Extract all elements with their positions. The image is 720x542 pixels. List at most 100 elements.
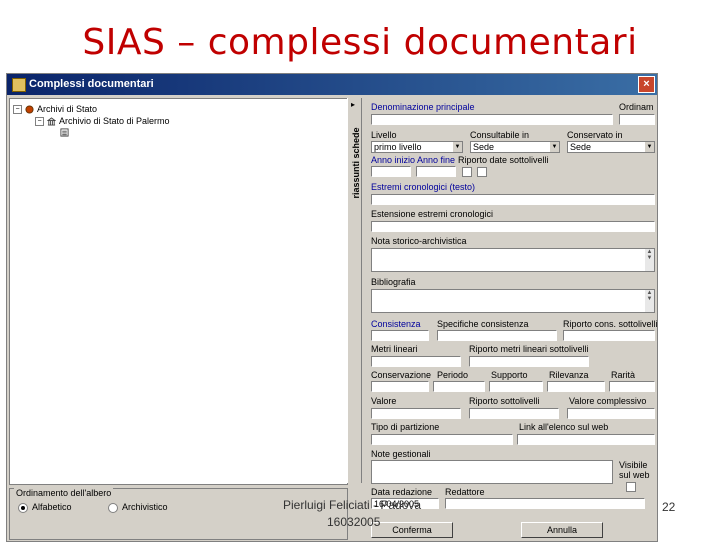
side-tab-label: riassunti schede — [351, 127, 361, 199]
data-redazione-label: Data redazione — [371, 487, 433, 497]
consistenza-label: Consistenza — [371, 319, 421, 329]
periodo-field[interactable] — [433, 381, 485, 392]
tree-panel[interactable]: − Archivi di Stato − Archivio di Stato d… — [9, 98, 348, 485]
page-number: 22 — [662, 500, 676, 514]
livello-label: Livello — [371, 130, 397, 140]
riporto-sottolivelli-field[interactable] — [469, 408, 559, 419]
conservato-value: Sede — [570, 142, 592, 152]
close-button[interactable]: × — [638, 76, 655, 93]
note-gestionali-label: Note gestionali — [371, 449, 431, 459]
redattore-field[interactable] — [445, 498, 645, 509]
ordinam-label: Ordinam — [619, 102, 654, 112]
valore-field[interactable] — [371, 408, 461, 419]
rarita-field[interactable] — [609, 381, 655, 392]
valore-label: Valore — [371, 396, 397, 406]
livello-value: primo livello — [374, 142, 422, 152]
footer-author: Pierluigi Feliciati - Padova — [283, 498, 422, 512]
supporto-field[interactable] — [489, 381, 543, 392]
denominazione-label: Denominazione principale — [371, 102, 475, 112]
supporto-label: Supporto — [491, 370, 528, 380]
radio-alfabetico[interactable] — [18, 503, 28, 513]
tree-node-child[interactable] — [60, 128, 69, 137]
expand-arrow-icon[interactable]: ▸ — [351, 100, 355, 109]
nota-storico-label: Nota storico-archivistica — [371, 236, 467, 246]
tipo-field[interactable] — [371, 434, 513, 445]
valore-complessivo-label: Valore complessivo — [569, 396, 647, 406]
archive-root-icon — [25, 104, 34, 114]
window-title: Complessi documentari — [29, 78, 154, 90]
side-tab[interactable]: ▸ riassunti schede — [347, 98, 362, 483]
riporto-date-checkbox[interactable] — [462, 167, 472, 177]
ordinamento-group: Ordinamento dell'albero Alfabetico Archi… — [9, 488, 348, 540]
ordinam-field[interactable] — [619, 114, 655, 125]
conservazione-field[interactable] — [371, 381, 429, 392]
consistenza-field[interactable] — [371, 330, 429, 341]
riporto-cons-label: Riporto cons. sottolivelli — [563, 319, 658, 329]
consultabile-label: Consultabile in — [470, 130, 530, 140]
chevron-down-icon: ▼ — [453, 142, 462, 152]
estremi-field[interactable] — [371, 194, 655, 205]
valore-complessivo-field[interactable] — [567, 408, 655, 419]
complessi-window: Complessi documentari × − Archivi di Sta… — [6, 73, 658, 542]
estensione-label: Estensione estremi cronologici — [371, 209, 494, 219]
collapse-toggle[interactable]: − — [35, 116, 44, 126]
link-label: Link all'elenco sul web — [519, 422, 609, 432]
collapse-toggle[interactable]: − — [13, 104, 22, 114]
denominazione-field[interactable] — [371, 114, 613, 125]
redattore-label: Redattore — [445, 487, 485, 497]
ordinamento-label: Ordinamento dell'albero — [14, 488, 114, 498]
consultabile-select[interactable]: Sede ▼ — [470, 141, 560, 153]
rilevanza-field[interactable] — [547, 381, 605, 392]
specifiche-field[interactable] — [437, 330, 557, 341]
window-app-icon — [12, 78, 26, 92]
metri-label: Metri lineari — [371, 344, 418, 354]
window-titlebar[interactable]: Complessi documentari × — [7, 74, 657, 95]
estensione-field[interactable] — [371, 221, 655, 232]
chevron-down-icon: ▼ — [550, 142, 559, 152]
scrollbar[interactable]: ▲ ▼ — [645, 290, 654, 312]
note-gestionali-textarea[interactable] — [371, 460, 613, 484]
specifiche-label: Specifiche consistenza — [437, 319, 529, 329]
riporto-date-label: Riporto date sottolivelli — [458, 155, 549, 165]
chevron-down-icon: ▼ — [645, 142, 654, 152]
tree-node-palermo[interactable]: − Archivio di Stato di Palermo — [35, 116, 170, 126]
building-icon — [47, 116, 56, 126]
tree-label: Archivio di Stato di Palermo — [59, 116, 170, 126]
rilevanza-label: Rilevanza — [549, 370, 589, 380]
conservazione-label: Conservazione — [371, 370, 432, 380]
consultabile-value: Sede — [473, 142, 495, 152]
riporto-date-checkbox-2[interactable] — [477, 167, 487, 177]
slide-title: SIAS – complessi documentari — [82, 22, 638, 63]
anno-inizio-field[interactable] — [371, 166, 411, 177]
bibliografia-textarea[interactable]: ▲ ▼ — [371, 289, 655, 313]
conferma-button[interactable]: Conferma — [371, 522, 453, 538]
alfabetico-label: Alfabetico — [32, 502, 72, 512]
document-icon — [60, 128, 69, 137]
riporto-sottolivelli-label: Riporto sottolivelli — [469, 396, 540, 406]
scrollbar[interactable]: ▲ ▼ — [645, 249, 654, 271]
nota-storico-textarea[interactable]: ▲ ▼ — [371, 248, 655, 272]
visibile-checkbox[interactable] — [626, 482, 636, 492]
estremi-label: Estremi cronologici (testo) — [371, 182, 476, 192]
tree-label: Archivi di Stato — [37, 104, 98, 114]
livello-select[interactable]: primo livello ▼ — [371, 141, 463, 153]
archivistico-label: Archivistico — [122, 502, 168, 512]
annulla-button[interactable]: Annulla — [521, 522, 603, 538]
periodo-label: Periodo — [437, 370, 469, 380]
link-field[interactable] — [517, 434, 655, 445]
detail-form: Denominazione principale Ordinam Livello… — [361, 98, 657, 538]
anno-fine-field[interactable] — [416, 166, 456, 177]
conservato-label: Conservato in — [567, 130, 623, 140]
metri-field[interactable] — [371, 356, 461, 367]
riporto-metri-label: Riporto metri lineari sottolivelli — [469, 344, 589, 354]
riporto-cons-field[interactable] — [563, 330, 655, 341]
anno-label: Anno inizio Anno fine — [371, 155, 456, 165]
conservato-select[interactable]: Sede ▼ — [567, 141, 655, 153]
riporto-metri-field[interactable] — [469, 356, 589, 367]
tipo-label: Tipo di partizione — [371, 422, 440, 432]
tree-node-archivi[interactable]: − Archivi di Stato — [13, 104, 97, 114]
rarita-label: Rarità — [611, 370, 636, 380]
radio-archivistico[interactable] — [108, 503, 118, 513]
bibliografia-label: Bibliografia — [371, 277, 416, 287]
visibile-label: Visibile sul web — [619, 460, 650, 480]
